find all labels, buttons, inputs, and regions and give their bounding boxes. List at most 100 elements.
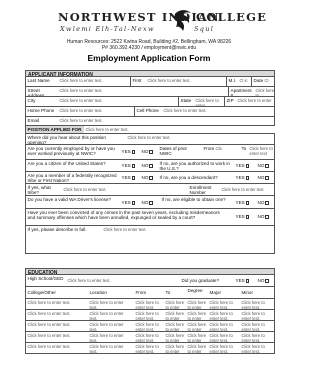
- state-field[interactable]: Click here to enter: [194, 97, 224, 106]
- education-minor-field[interactable]: Click here to enter text.: [240, 332, 276, 342]
- authorized-yes[interactable]: YES: [234, 160, 256, 171]
- education-college-field[interactable]: Click here to enter text.: [26, 299, 88, 309]
- education-location-field[interactable]: Click here to enter text.: [88, 332, 134, 342]
- graduate-no[interactable]: NO: [256, 275, 276, 286]
- to-field[interactable]: Click here to enter text: [248, 145, 276, 159]
- enrollment-label: Enrollment Number: [189, 184, 212, 195]
- education-location-field[interactable]: Click here to enter text.: [88, 310, 134, 320]
- eligible-no[interactable]: NO: [256, 196, 276, 208]
- citizen-label: Are you a citizen of the United States?: [27, 160, 106, 166]
- education-degree-field[interactable]: Click here to enter text.: [186, 343, 208, 353]
- education-degree-field[interactable]: Click here to enter text.: [186, 332, 208, 342]
- education-minor-field[interactable]: Click here to enter text.: [240, 310, 276, 320]
- cell-phone-field[interactable]: Click here to enter text.: [162, 107, 276, 116]
- education-to-field[interactable]: Click here to enter text.: [164, 310, 186, 320]
- education-major-field[interactable]: Click here to enter text.: [208, 299, 240, 309]
- education-from-field[interactable]: Click here to enter text.: [134, 332, 164, 342]
- citizen-yes[interactable]: YES: [120, 160, 140, 171]
- first-name-label: First: [130, 77, 146, 86]
- logo-subtitle-left: Xwlemi Elh-Tal-Nexw: [60, 25, 155, 33]
- heard-field[interactable]: Click here to enter text.: [126, 134, 276, 144]
- education-minor-field[interactable]: Click here to enter text.: [240, 343, 276, 353]
- convicted-yes[interactable]: YES: [234, 209, 256, 225]
- license-yes[interactable]: YES: [120, 196, 140, 208]
- dates-prior-label: Dates of prior NWIC: [159, 145, 188, 156]
- mi-field[interactable]: Cl ic: [238, 77, 251, 86]
- license-no[interactable]: NO: [140, 196, 158, 208]
- position-field[interactable]: Click here to enter text.: [84, 126, 276, 133]
- eligible-yes[interactable]: YES: [234, 196, 256, 208]
- education-from-field[interactable]: Click here to enter text.: [134, 310, 164, 320]
- city-field[interactable]: Click here to enter text.: [58, 97, 178, 106]
- checkbox-icon: [245, 164, 250, 168]
- tribe-member-label: Are you a member of a federally recogniz…: [27, 172, 117, 183]
- education-degree-field[interactable]: Click here to enter text.: [186, 310, 208, 320]
- apartment-field[interactable]: Click here to: [254, 87, 276, 96]
- education-minor-field[interactable]: Click here to enter text.: [240, 321, 276, 331]
- education-from-field[interactable]: Click here to enter text.: [134, 321, 164, 331]
- enrollment-field[interactable]: Click here to enter text.: [220, 184, 276, 195]
- education-degree-field[interactable]: Click here to enter text.: [186, 299, 208, 309]
- tribe-yes[interactable]: YES: [120, 172, 140, 183]
- street-field[interactable]: Click here to enter text.: [58, 87, 228, 96]
- email-label: Email: [27, 117, 40, 123]
- from-field[interactable]: Clic: [214, 145, 240, 159]
- checkbox-icon: [149, 150, 153, 154]
- education-major-field[interactable]: Click here to enter text.: [208, 321, 240, 331]
- cell-phone-label: Cell Phone: [134, 107, 162, 116]
- education-degree-field[interactable]: Click here to enter text.: [186, 321, 208, 331]
- col-location: Location: [89, 290, 107, 295]
- first-name-field[interactable]: Click here to enter text.: [146, 77, 226, 86]
- education-major-field[interactable]: Click here to enter text.: [208, 332, 240, 342]
- education-college-field[interactable]: Click here to enter text.: [26, 321, 88, 331]
- education-row: Click here to enter text. Click here to e…: [25, 332, 275, 343]
- education-college-field[interactable]: Click here to enter text.: [26, 332, 88, 342]
- education-college-field[interactable]: Click here to enter text.: [26, 343, 88, 353]
- phone-row: Home Phone Click here to enter text. Cel…: [25, 107, 275, 117]
- zip-field[interactable]: Click here to enter: [236, 97, 276, 106]
- home-phone-field[interactable]: Click here to enter text.: [58, 107, 134, 116]
- citizen-no[interactable]: NO: [140, 160, 158, 171]
- checkbox-icon: [149, 176, 153, 180]
- section-heading-education: EDUCATION: [25, 268, 275, 276]
- logo-name-right: COLLEGE: [196, 10, 268, 24]
- authorized-no[interactable]: NO: [256, 160, 276, 171]
- education-location-field[interactable]: Click here to enter text.: [88, 299, 134, 309]
- descendant-yes[interactable]: YES: [234, 172, 256, 183]
- education-header-row: College/Other Location From To Degree Ma…: [25, 287, 275, 299]
- high-school-field[interactable]: Click here to enter text.: [66, 275, 180, 286]
- education-major-field[interactable]: Click here to enter text.: [208, 343, 240, 353]
- applicant-section: APPLICANT INFORMATION Last Name Click he…: [25, 70, 276, 254]
- education-to-field[interactable]: Click here to enter text.: [164, 332, 186, 342]
- date-field[interactable]: Cl: [263, 77, 276, 86]
- education-minor-field[interactable]: Click here to enter text.: [240, 299, 276, 309]
- application-page: NORTHWEST INDIAN Xwlemi Elh-Tal-Nexw COL…: [0, 0, 298, 386]
- email-field[interactable]: Click here to enter text.: [58, 117, 276, 125]
- education-college-field[interactable]: Click here to enter text.: [26, 310, 88, 320]
- heard-row: Where did you hear about this position o…: [25, 134, 275, 145]
- employed-no[interactable]: NO: [140, 145, 158, 159]
- last-name-field[interactable]: Click here to enter text.: [58, 77, 130, 86]
- education-to-field[interactable]: Click here to enter text.: [164, 343, 186, 353]
- education-to-field[interactable]: Click here to enter text.: [164, 299, 186, 309]
- education-from-field[interactable]: Click here to enter text.: [134, 299, 164, 309]
- what-tribe-field[interactable]: Click here to enter text.: [62, 184, 186, 195]
- education-location-field[interactable]: Click here to enter text.: [88, 343, 134, 353]
- tribe-no[interactable]: NO: [140, 172, 158, 183]
- convicted-no[interactable]: NO: [256, 209, 276, 225]
- education-major-field[interactable]: Click here to enter text.: [208, 310, 240, 320]
- authorized-label: If no, are you authorized to work in the…: [159, 160, 230, 171]
- describe-field[interactable]: Click here to enter text.: [102, 226, 276, 253]
- checkbox-icon: [245, 279, 250, 283]
- license-row: Do you have a valid WA Driver's license?…: [25, 196, 275, 209]
- graduate-yes[interactable]: YES: [234, 275, 256, 286]
- employed-yes[interactable]: YES: [120, 145, 140, 159]
- education-section: EDUCATION High School/GED Click here to …: [25, 268, 275, 354]
- descendant-no[interactable]: NO: [256, 172, 276, 183]
- college-logo: NORTHWEST INDIAN Xwlemi Elh-Tal-Nexw COL…: [58, 8, 268, 38]
- education-from-field[interactable]: Click here to enter text.: [134, 343, 164, 353]
- descendant-label: If no, are you a descendant?: [159, 175, 218, 180]
- education-location-field[interactable]: Click here to enter text.: [88, 321, 134, 331]
- graduate-label: Did you graduate?: [181, 278, 220, 283]
- education-to-field[interactable]: Click here to enter text.: [164, 321, 186, 331]
